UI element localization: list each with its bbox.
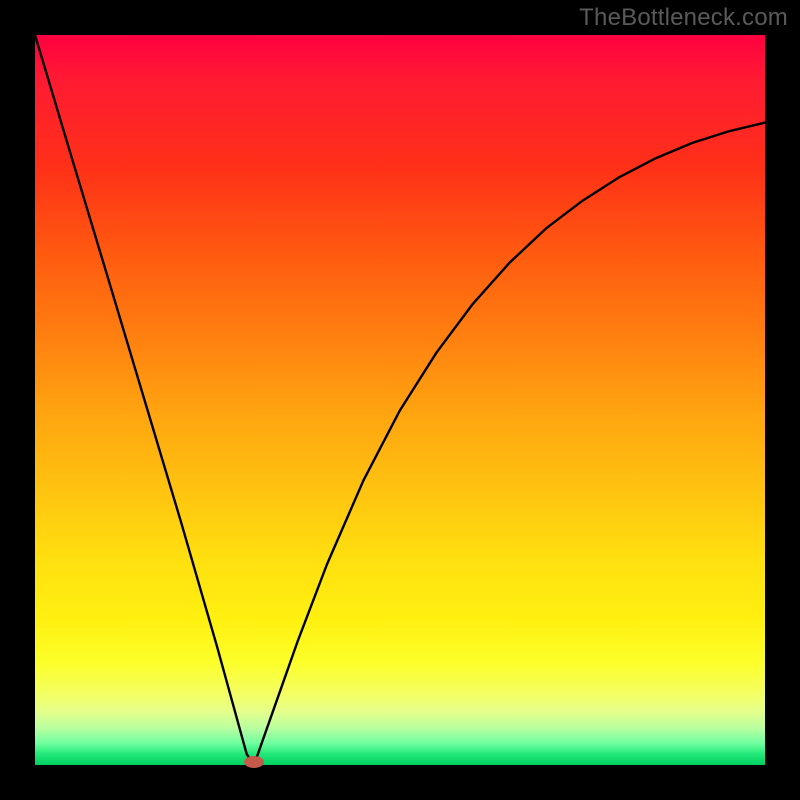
curve-right-branch	[254, 123, 765, 765]
minimum-marker	[244, 756, 264, 768]
watermark-label: TheBottleneck.com	[579, 4, 788, 32]
curve-group	[35, 35, 765, 768]
chart-svg	[35, 35, 765, 765]
chart-frame: TheBottleneck.com	[0, 0, 800, 800]
curve-left-branch	[35, 35, 254, 765]
